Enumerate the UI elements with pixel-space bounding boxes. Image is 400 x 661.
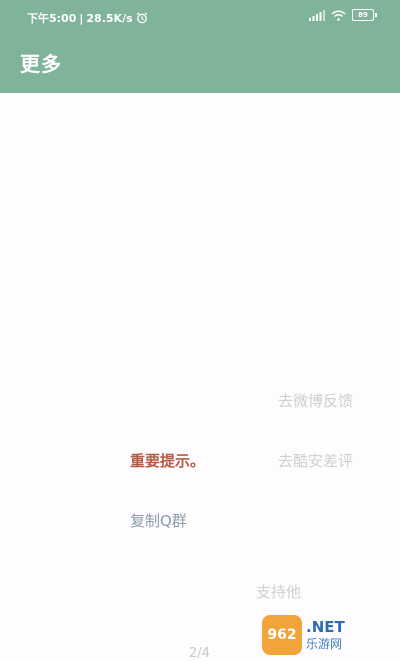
watermark-logo: 962: [262, 615, 302, 655]
support-link[interactable]: 支持他: [256, 581, 301, 602]
wifi-icon: [331, 9, 346, 21]
page-title: 更多: [20, 52, 62, 76]
watermark-text: .NET 乐游网: [306, 618, 345, 651]
status-separator: |: [79, 11, 84, 25]
network-speed: 28.5K/s: [86, 11, 133, 25]
page-indicator: 2/4: [189, 646, 210, 661]
watermark-net: .NET: [306, 618, 345, 636]
signal-icon: [309, 9, 325, 21]
battery-level: 89: [358, 11, 368, 19]
weibo-feedback-link[interactable]: 去微博反馈: [278, 390, 353, 411]
copy-qq-group-link[interactable]: 复制Q群: [130, 510, 187, 531]
app-bar: 下午5:00 | 28.5K/s 89 更多: [0, 0, 400, 93]
status-bar: 下午5:00 | 28.5K/s 89: [0, 0, 400, 34]
important-notice-link[interactable]: 重要提示。: [130, 450, 205, 471]
status-right: 89: [309, 9, 377, 21]
battery-icon: 89: [352, 9, 377, 21]
status-time: 下午5:00: [27, 12, 77, 25]
alarm-icon: [136, 12, 148, 24]
status-left: 下午5:00 | 28.5K/s: [27, 10, 148, 26]
coolapk-review-link[interactable]: 去酷安差评: [278, 450, 353, 471]
watermark-cn: 乐游网: [306, 637, 343, 651]
watermark: 962 .NET 乐游网: [262, 613, 394, 657]
